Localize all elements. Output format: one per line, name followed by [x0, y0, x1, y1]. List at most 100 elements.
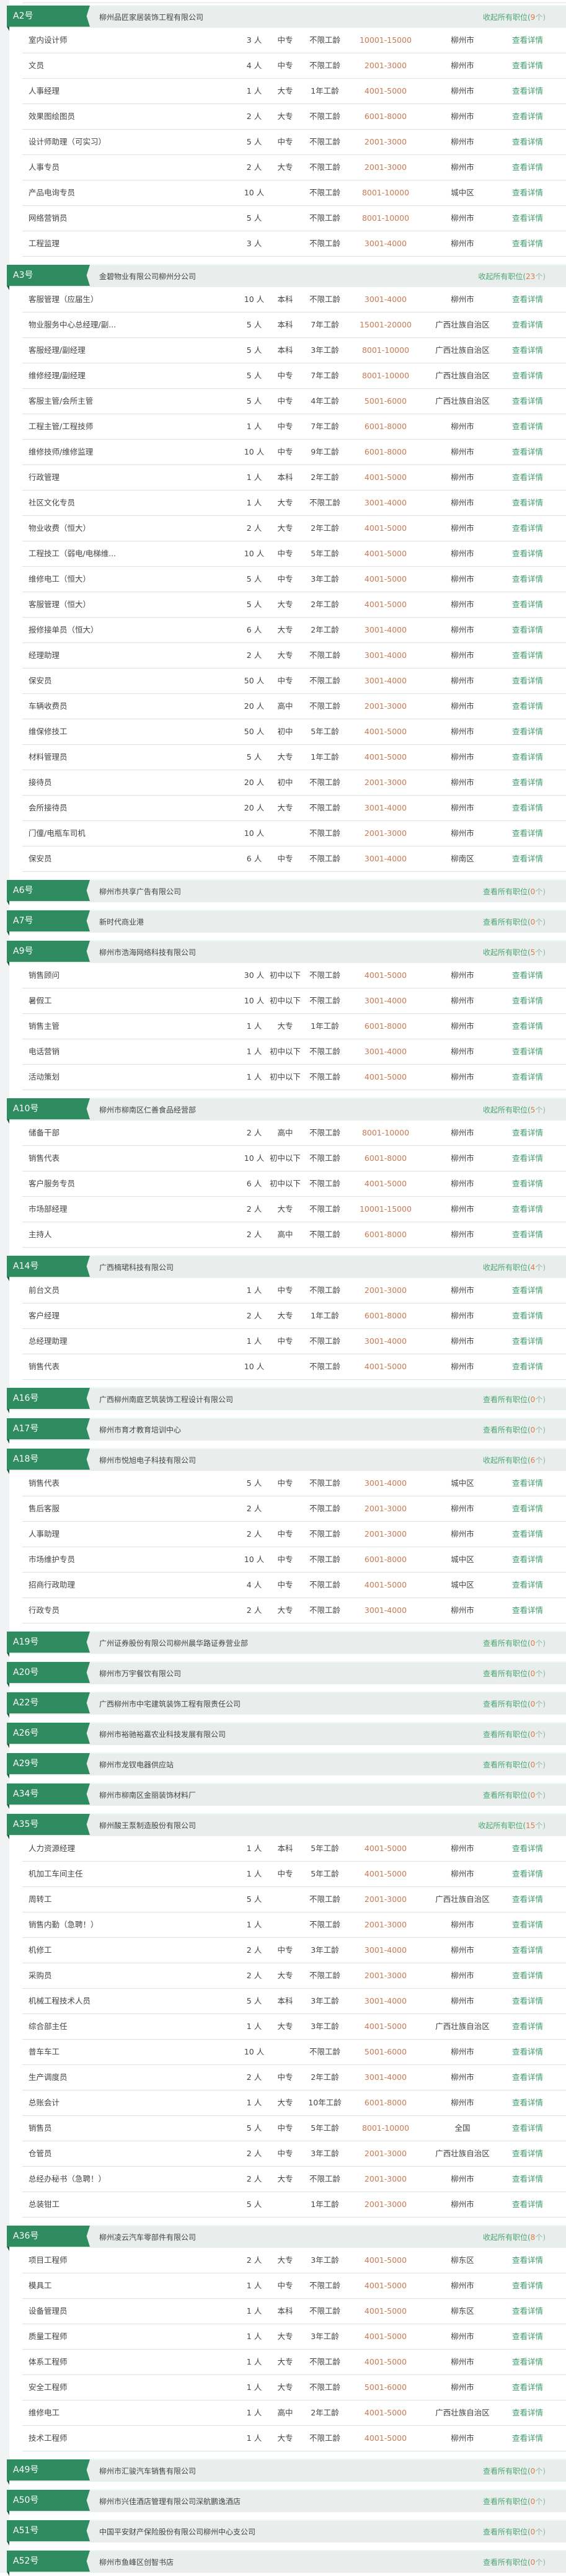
view-details-link[interactable]: 查看详情 — [512, 180, 543, 205]
toggle-positions-link[interactable]: 收起所有职位(15个) — [478, 1820, 546, 1831]
toggle-positions-link[interactable]: 收起所有职位(23个) — [478, 271, 546, 282]
view-details-link[interactable]: 查看详情 — [512, 1171, 543, 1196]
view-details-link[interactable]: 查看详情 — [512, 2350, 543, 2374]
view-details-link[interactable]: 查看详情 — [512, 2141, 543, 2166]
view-details-link[interactable]: 查看详情 — [512, 28, 543, 53]
view-details-link[interactable]: 查看详情 — [512, 1963, 543, 1988]
view-details-link[interactable]: 查看详情 — [512, 2248, 543, 2273]
toggle-positions-link[interactable]: 查看所有职位(0个) — [483, 2466, 546, 2476]
toggle-positions-link[interactable]: 查看所有职位(0个) — [483, 2557, 546, 2567]
view-details-link[interactable]: 查看详情 — [512, 2401, 543, 2425]
toggle-positions-link[interactable]: 收起所有职位(5个) — [483, 947, 546, 957]
toggle-positions-link[interactable]: 查看所有职位(0个) — [483, 1668, 546, 1679]
view-details-link[interactable]: 查看详情 — [512, 1862, 543, 1886]
view-details-link[interactable]: 查看详情 — [512, 1014, 543, 1039]
view-details-link[interactable]: 查看详情 — [512, 1354, 543, 1379]
view-details-link[interactable]: 查看详情 — [512, 1522, 543, 1547]
view-details-link[interactable]: 查看详情 — [512, 2192, 543, 2217]
view-details-link[interactable]: 查看详情 — [512, 770, 543, 795]
view-details-link[interactable]: 查看详情 — [512, 516, 543, 541]
view-details-link[interactable]: 查看详情 — [512, 1039, 543, 1064]
toggle-positions-link[interactable]: 查看所有职位(0个) — [483, 1699, 546, 1709]
view-details-link[interactable]: 查看详情 — [512, 491, 543, 515]
view-details-link[interactable]: 查看详情 — [512, 1471, 543, 1496]
toggle-positions-link[interactable]: 查看所有职位(0个) — [483, 1759, 546, 1770]
view-details-link[interactable]: 查看详情 — [512, 592, 543, 617]
view-details-link[interactable]: 查看详情 — [512, 2375, 543, 2400]
view-details-link[interactable]: 查看详情 — [512, 2299, 543, 2324]
toggle-positions-link[interactable]: 收起所有职位(5个) — [483, 1104, 546, 1115]
view-details-link[interactable]: 查看详情 — [512, 465, 543, 490]
view-details-link[interactable]: 查看详情 — [512, 668, 543, 693]
view-details-link[interactable]: 查看详情 — [512, 1547, 543, 1572]
toggle-positions-link[interactable]: 查看所有职位(0个) — [483, 1394, 546, 1405]
view-details-link[interactable]: 查看详情 — [512, 1304, 543, 1328]
view-details-link[interactable]: 查看详情 — [512, 2116, 543, 2141]
view-details-link[interactable]: 查看详情 — [512, 2273, 543, 2298]
job-row: 储备干部 2 人 高中 不限工龄 8001-10000 柳州市 查看详情 — [22, 1121, 566, 1146]
view-details-link[interactable]: 查看详情 — [512, 1573, 543, 1597]
view-details-link[interactable]: 查看详情 — [512, 1989, 543, 2014]
view-details-link[interactable]: 查看详情 — [512, 796, 543, 820]
view-details-link[interactable]: 查看详情 — [512, 363, 543, 388]
salary: 4001-5000 — [364, 600, 407, 609]
toggle-positions-link[interactable]: 查看所有职位(0个) — [483, 1729, 546, 1739]
toggle-positions-link[interactable]: 查看所有职位(0个) — [483, 1790, 546, 1800]
view-details-link[interactable]: 查看详情 — [512, 2065, 543, 2090]
view-details-link[interactable]: 查看详情 — [512, 440, 543, 464]
toggle-positions-link[interactable]: 查看所有职位(0个) — [483, 1424, 546, 1435]
view-details-link[interactable]: 查看详情 — [512, 1887, 543, 1912]
view-details-link[interactable]: 查看详情 — [512, 567, 543, 592]
view-details-link[interactable]: 查看详情 — [512, 2426, 543, 2451]
view-details-link[interactable]: 查看详情 — [512, 130, 543, 154]
view-details-link[interactable]: 查看详情 — [512, 338, 543, 363]
toggle-positions-link[interactable]: 收起所有职位(9个) — [483, 12, 546, 22]
toggle-positions-link[interactable]: 查看所有职位(0个) — [483, 2496, 546, 2507]
toggle-positions-link[interactable]: 收起所有职位(8个) — [483, 2232, 546, 2242]
view-details-link[interactable]: 查看详情 — [512, 1222, 543, 1247]
view-details-link[interactable]: 查看详情 — [512, 2090, 543, 2115]
view-details-link[interactable]: 查看详情 — [512, 1278, 543, 1303]
view-details-link[interactable]: 查看详情 — [512, 821, 543, 846]
toggle-positions-link[interactable]: 查看所有职位(0个) — [483, 886, 546, 897]
view-details-link[interactable]: 查看详情 — [512, 694, 543, 719]
view-details-link[interactable]: 查看详情 — [512, 287, 543, 312]
view-details-link[interactable]: 查看详情 — [512, 988, 543, 1013]
view-details-link[interactable]: 查看详情 — [512, 618, 543, 642]
toggle-positions-link[interactable]: 查看所有职位(0个) — [483, 917, 546, 927]
view-details-link[interactable]: 查看详情 — [512, 2324, 543, 2349]
toggle-positions-link[interactable]: 收起所有职位(6个) — [483, 1455, 546, 1465]
view-details-link[interactable]: 查看详情 — [512, 643, 543, 668]
view-details-link[interactable]: 查看详情 — [512, 2040, 543, 2064]
location: 柳州市 — [451, 1336, 474, 1346]
toggle-positions-link[interactable]: 查看所有职位(0个) — [483, 2526, 546, 2537]
view-details-link[interactable]: 查看详情 — [512, 1197, 543, 1222]
view-details-link[interactable]: 查看详情 — [512, 414, 543, 439]
toggle-positions-link[interactable]: 查看所有职位(0个) — [483, 1638, 546, 1648]
view-details-link[interactable]: 查看详情 — [512, 1065, 543, 1090]
view-details-link[interactable]: 查看详情 — [512, 745, 543, 770]
view-details-link[interactable]: 查看详情 — [512, 313, 543, 337]
view-details-link[interactable]: 查看详情 — [512, 1146, 543, 1171]
view-details-link[interactable]: 查看详情 — [512, 1938, 543, 1963]
view-details-link[interactable]: 查看详情 — [512, 2167, 543, 2192]
view-details-link[interactable]: 查看详情 — [512, 1121, 543, 1145]
view-details-link[interactable]: 查看详情 — [512, 1836, 543, 1861]
toggle-positions-link[interactable]: 收起所有职位(4个) — [483, 1262, 546, 1272]
view-details-link[interactable]: 查看详情 — [512, 1329, 543, 1354]
view-details-link[interactable]: 查看详情 — [512, 104, 543, 129]
view-details-link[interactable]: 查看详情 — [512, 389, 543, 414]
view-details-link[interactable]: 查看详情 — [512, 541, 543, 566]
view-details-link[interactable]: 查看详情 — [512, 53, 543, 78]
view-details-link[interactable]: 查看详情 — [512, 1496, 543, 1521]
view-details-link[interactable]: 查看详情 — [512, 1598, 543, 1623]
view-details-link[interactable]: 查看详情 — [512, 231, 543, 256]
view-details-link[interactable]: 查看详情 — [512, 206, 543, 231]
view-details-link[interactable]: 查看详情 — [512, 846, 543, 871]
view-details-link[interactable]: 查看详情 — [512, 1912, 543, 1937]
view-details-link[interactable]: 查看详情 — [512, 719, 543, 744]
view-details-link[interactable]: 查看详情 — [512, 155, 543, 180]
view-details-link[interactable]: 查看详情 — [512, 963, 543, 988]
view-details-link[interactable]: 查看详情 — [512, 79, 543, 104]
view-details-link[interactable]: 查看详情 — [512, 2014, 543, 2039]
